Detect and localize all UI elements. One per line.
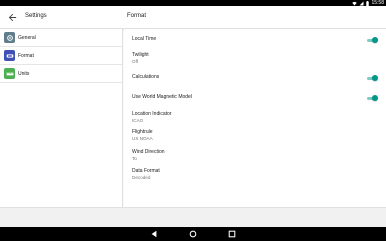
pref-value: Off <box>132 59 139 64</box>
gear-icon <box>4 32 15 43</box>
pref-calculations[interactable]: Calculations <box>132 74 159 81</box>
page-title: Format <box>127 13 147 19</box>
pref-title: Twilight <box>132 52 149 58</box>
sidebar: General Format Units <box>0 29 123 207</box>
ruler-icon <box>4 68 15 79</box>
pref-value: To <box>132 156 137 161</box>
pref-title: Wind Direction <box>132 149 165 155</box>
nav-home-icon[interactable] <box>189 230 197 238</box>
pref-title: Data Format <box>132 168 160 174</box>
pref-title: Use World Magnetic Model <box>132 94 192 100</box>
local-time-toggle[interactable] <box>367 37 378 43</box>
bottom-area <box>0 207 386 227</box>
sidebar-item-label: Units <box>18 70 30 77</box>
pref-location-indicator[interactable]: Location Indicator ICAO <box>132 111 171 124</box>
sidebar-item-label: Format <box>18 52 34 59</box>
pref-title: Location Indicator <box>132 111 172 117</box>
pref-data-format[interactable]: Data Format Decoded <box>132 168 160 181</box>
app-bar: Settings Format <box>0 6 386 29</box>
battery-icon <box>366 0 370 6</box>
sidebar-item-format[interactable]: Format <box>0 47 122 65</box>
pref-world-magnetic-model[interactable]: Use World Magnetic Model <box>132 94 192 101</box>
pref-title: Local Time <box>132 36 157 42</box>
sidebar-item-label: General <box>18 34 36 41</box>
pref-wind-direction[interactable]: Wind Direction To <box>132 149 165 162</box>
format-icon <box>4 50 15 61</box>
cellular-icon <box>359 1 364 5</box>
calculations-toggle[interactable] <box>367 75 378 81</box>
sidebar-item-general[interactable]: General <box>0 29 122 47</box>
nav-recents-icon[interactable] <box>228 230 236 238</box>
pref-title: Flightrule <box>132 129 153 135</box>
pref-title: Calculations <box>132 74 160 80</box>
back-arrow-icon[interactable] <box>7 12 18 23</box>
pref-value: US NOAA <box>132 136 153 141</box>
pref-twilight[interactable]: Twilight Off <box>132 52 149 65</box>
pref-flightrule[interactable]: Flightrule US NOAA <box>132 129 153 142</box>
nav-back-icon[interactable] <box>150 230 158 238</box>
wifi-icon <box>352 1 358 5</box>
navigation-bar <box>0 227 386 241</box>
pref-value: ICAO <box>132 118 144 123</box>
pref-value: Decoded <box>132 175 151 180</box>
preferences-panel: Local Time Twilight Off Calculations Use… <box>124 29 386 207</box>
world-magnetic-model-toggle[interactable] <box>367 95 378 101</box>
sidebar-item-units[interactable]: Units <box>0 65 122 83</box>
pref-local-time[interactable]: Local Time <box>132 36 156 43</box>
settings-title: Settings <box>25 13 47 19</box>
